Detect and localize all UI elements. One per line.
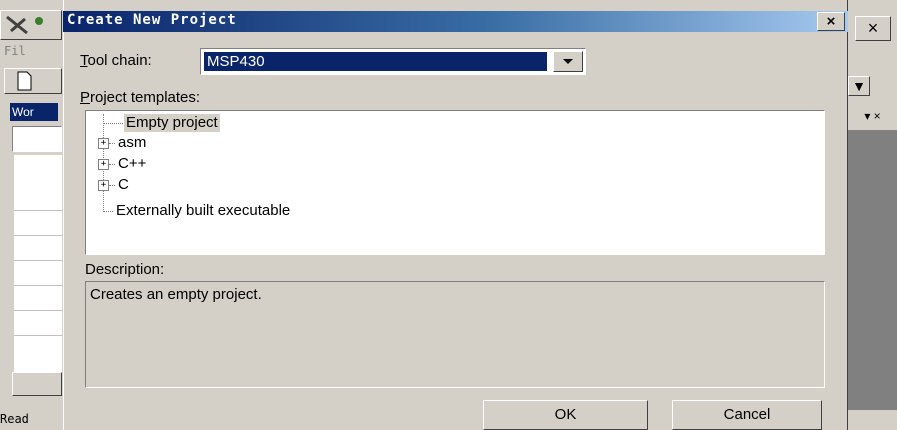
expand-plus-icon[interactable]: + <box>98 159 109 170</box>
expand-plus-icon[interactable]: + <box>98 180 109 191</box>
chevron-down-icon[interactable]: ▼ <box>848 76 870 96</box>
toolchain-value: MSP430 <box>204 52 547 71</box>
dialog-close-button[interactable]: × <box>817 12 845 31</box>
workspace-tab[interactable] <box>12 372 62 396</box>
dialog-title: Create New Project <box>67 12 237 28</box>
expand-plus-icon[interactable]: + <box>98 138 109 149</box>
toolchain-select[interactable]: MSP430 <box>200 48 586 75</box>
dialog-title-bar[interactable]: Create New Project × <box>63 11 848 32</box>
description-box: Creates an empty project. <box>85 281 825 388</box>
tree-item-external[interactable]: Externally built executable <box>116 202 290 220</box>
menu-file[interactable]: Fil <box>4 44 26 58</box>
editor-area <box>848 130 897 410</box>
status-bar-text: Read <box>0 412 29 426</box>
app-close-icon[interactable]: × <box>855 16 891 41</box>
description-text: Creates an empty project. <box>90 286 262 303</box>
templates-tree[interactable]: Empty project + asm + C++ + C Externally… <box>85 110 825 255</box>
toolchain-label: Tool chain: <box>80 52 152 69</box>
app-icon <box>0 10 62 40</box>
cancel-button[interactable]: Cancel <box>672 400 822 430</box>
workspace-combo[interactable] <box>12 126 62 152</box>
ok-button[interactable]: OK <box>483 400 648 430</box>
chevron-down-icon[interactable] <box>553 51 583 72</box>
workspace-file-list[interactable] <box>14 155 62 375</box>
tree-item-empty-project[interactable]: Empty project <box>124 114 220 132</box>
new-file-icon[interactable] <box>4 68 62 94</box>
tree-item-c[interactable]: C <box>118 176 129 194</box>
description-label: Description: <box>85 261 165 278</box>
templates-label: Project templates: <box>80 89 201 106</box>
tree-item-asm[interactable]: asm <box>118 134 146 152</box>
workspace-panel-title: Wor <box>10 103 58 121</box>
panel-tools-icon[interactable]: ▾ × <box>848 103 897 129</box>
tree-item-cpp[interactable]: C++ <box>118 155 146 173</box>
